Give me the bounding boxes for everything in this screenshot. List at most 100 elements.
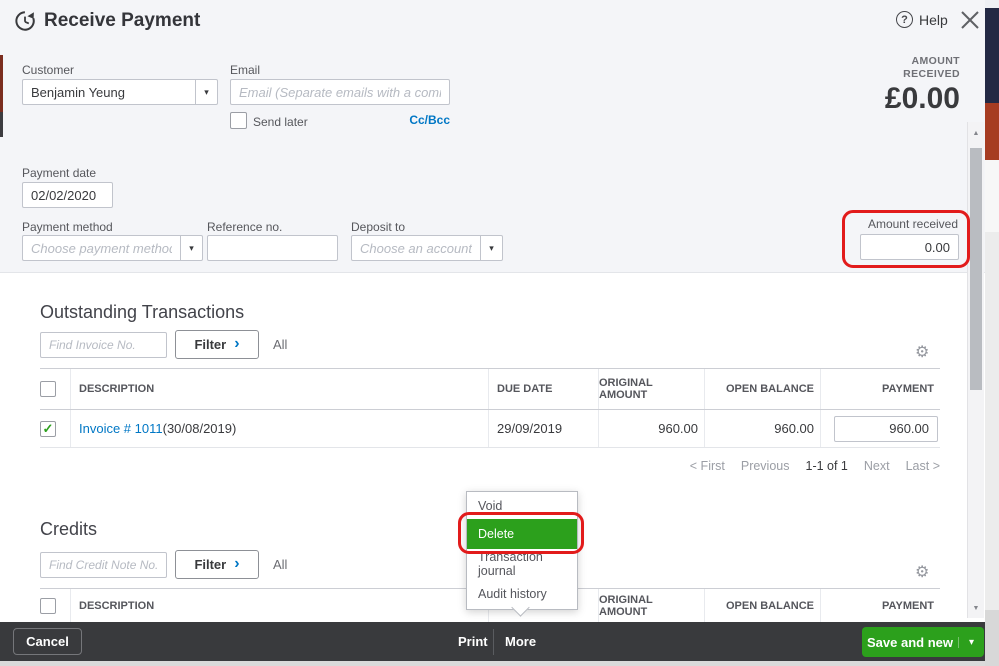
- outstanding-table-header: DESCRIPTION DUE DATE ORIGINAL AMOUNT OPE…: [40, 368, 940, 410]
- table-row: ✓ Invoice # 1011 (30/08/2019) 29/09/2019…: [40, 410, 940, 448]
- col-description: DESCRIPTION: [70, 589, 488, 622]
- amount-received-total: £0.00: [740, 82, 960, 116]
- pagination: < First Previous 1-1 of 1 Next Last >: [560, 459, 940, 473]
- deposit-to-dropdown-icon[interactable]: ▾: [480, 236, 502, 260]
- filter-label: Filter: [194, 557, 226, 572]
- col-payment: PAYMENT: [820, 589, 940, 622]
- footer-bar: Cancel Print More Save and new ▾: [0, 622, 985, 661]
- col-original-amount: ORIGINAL AMOUNT: [598, 589, 704, 622]
- pagination-first[interactable]: < First: [690, 459, 725, 473]
- save-and-new-button[interactable]: Save and new ▾: [862, 627, 984, 657]
- col-original-amount: ORIGINAL AMOUNT: [598, 369, 704, 409]
- payment-method-input[interactable]: [23, 236, 180, 260]
- invoice-link[interactable]: Invoice # 1011: [79, 421, 163, 436]
- payment-method-label: Payment method: [22, 220, 113, 234]
- underlying-content-strip: [985, 160, 999, 232]
- row-description: Invoice # 1011 (30/08/2019): [70, 410, 488, 447]
- underlying-navbar-strip: [985, 8, 999, 103]
- help-label: Help: [919, 12, 948, 28]
- filter-label: Filter: [194, 337, 226, 352]
- payment-date-label: Payment date: [22, 166, 96, 180]
- reference-label: Reference no.: [207, 220, 282, 234]
- outstanding-transactions-title: Outstanding Transactions: [40, 302, 244, 323]
- credits-filter-button[interactable]: Filter ›: [175, 550, 259, 579]
- receive-payment-modal: Receive Payment ? Help Customer ▾ Email …: [0, 0, 999, 666]
- underlying-bottom-strip: [985, 610, 999, 666]
- pagination-last[interactable]: Last >: [906, 459, 940, 473]
- save-dropdown-icon[interactable]: ▾: [958, 637, 984, 648]
- more-button[interactable]: More: [505, 634, 536, 649]
- close-icon[interactable]: [958, 8, 982, 32]
- payment-method-select[interactable]: ▾: [22, 235, 203, 261]
- row-original-amount: 960.00: [598, 410, 704, 447]
- deposit-to-select[interactable]: ▾: [351, 235, 503, 261]
- print-button[interactable]: Print: [458, 634, 488, 649]
- row-open-balance: 960.00: [704, 410, 820, 447]
- scroll-down-icon[interactable]: ▼: [968, 605, 984, 612]
- reference-field[interactable]: [207, 235, 338, 261]
- left-banner-sliver: [0, 55, 3, 112]
- outstanding-filter-scope: All: [273, 337, 287, 352]
- col-open-balance: OPEN BALANCE: [704, 369, 820, 409]
- email-field[interactable]: [230, 79, 450, 105]
- customer-input[interactable]: [23, 80, 195, 104]
- send-later-checkbox[interactable]: [230, 112, 247, 129]
- amount-received-summary: AMOUNT RECEIVED £0.00: [740, 55, 960, 116]
- more-context-menu: Void Delete Transaction journal Audit hi…: [466, 491, 578, 610]
- vertical-scrollbar[interactable]: ▲ ▼: [967, 122, 984, 618]
- col-open-balance: OPEN BALANCE: [704, 589, 820, 622]
- ccbcc-link[interactable]: Cc/Bcc: [390, 113, 450, 127]
- customer-label: Customer: [22, 63, 74, 77]
- footer-divider: [493, 629, 494, 655]
- amount-received-caption-line2: RECEIVED: [740, 68, 960, 81]
- outstanding-filter-button[interactable]: Filter ›: [175, 330, 259, 359]
- email-label: Email: [230, 63, 260, 77]
- menu-item-void[interactable]: Void: [467, 492, 577, 519]
- pagination-status: 1-1 of 1: [806, 459, 848, 473]
- underlying-list-strip: [985, 232, 999, 610]
- row-checkbox-checked[interactable]: ✓: [40, 421, 56, 437]
- credits-gear-icon[interactable]: ⚙: [915, 562, 929, 582]
- payment-method-dropdown-icon[interactable]: ▾: [180, 236, 202, 260]
- find-credit-note-input[interactable]: [40, 552, 167, 578]
- receive-payment-icon: [12, 8, 38, 39]
- invoice-date-suffix: (30/08/2019): [163, 421, 237, 436]
- deposit-to-input[interactable]: [352, 236, 480, 260]
- customer-dropdown-icon[interactable]: ▾: [195, 80, 217, 104]
- help-icon: ?: [896, 11, 913, 28]
- help-button[interactable]: ? Help: [896, 11, 948, 28]
- underlying-banner-strip: [985, 103, 999, 160]
- pagination-previous[interactable]: Previous: [741, 459, 790, 473]
- cancel-button[interactable]: Cancel: [13, 628, 82, 655]
- outstanding-gear-icon[interactable]: ⚙: [915, 342, 929, 362]
- credits-title: Credits: [40, 519, 97, 540]
- page-title: Receive Payment: [44, 10, 200, 32]
- left-dark-sliver: [0, 112, 3, 137]
- pagination-next[interactable]: Next: [864, 459, 890, 473]
- menu-item-delete[interactable]: Delete: [467, 519, 577, 549]
- row-payment-input[interactable]: [834, 416, 938, 442]
- credits-filter-scope: All: [273, 557, 287, 572]
- row-due-date: 29/09/2019: [488, 410, 598, 447]
- deposit-to-label: Deposit to: [351, 220, 405, 234]
- amount-received-field[interactable]: [860, 234, 959, 260]
- scrollbar-thumb[interactable]: [970, 148, 982, 390]
- amount-received-field-label: Amount received: [820, 217, 958, 231]
- col-due-date: DUE DATE: [488, 369, 598, 409]
- col-payment: PAYMENT: [820, 369, 940, 409]
- bottom-strip: [0, 661, 999, 666]
- underlying-page-strip: [985, 0, 999, 8]
- customer-select[interactable]: ▾: [22, 79, 218, 105]
- send-later-label: Send later: [253, 115, 308, 129]
- payment-date-field[interactable]: [22, 182, 113, 208]
- outstanding-table: DESCRIPTION DUE DATE ORIGINAL AMOUNT OPE…: [40, 368, 940, 448]
- select-all-checkbox[interactable]: [40, 381, 56, 397]
- amount-received-caption-line1: AMOUNT: [740, 55, 960, 68]
- scroll-up-icon[interactable]: ▲: [968, 130, 984, 137]
- menu-item-transaction-journal[interactable]: Transaction journal: [467, 549, 577, 579]
- col-description: DESCRIPTION: [70, 369, 488, 409]
- filter-chevron-icon: ›: [234, 556, 239, 572]
- save-and-new-label: Save and new: [862, 635, 958, 650]
- find-invoice-input[interactable]: [40, 332, 167, 358]
- credits-select-all-checkbox[interactable]: [40, 598, 56, 614]
